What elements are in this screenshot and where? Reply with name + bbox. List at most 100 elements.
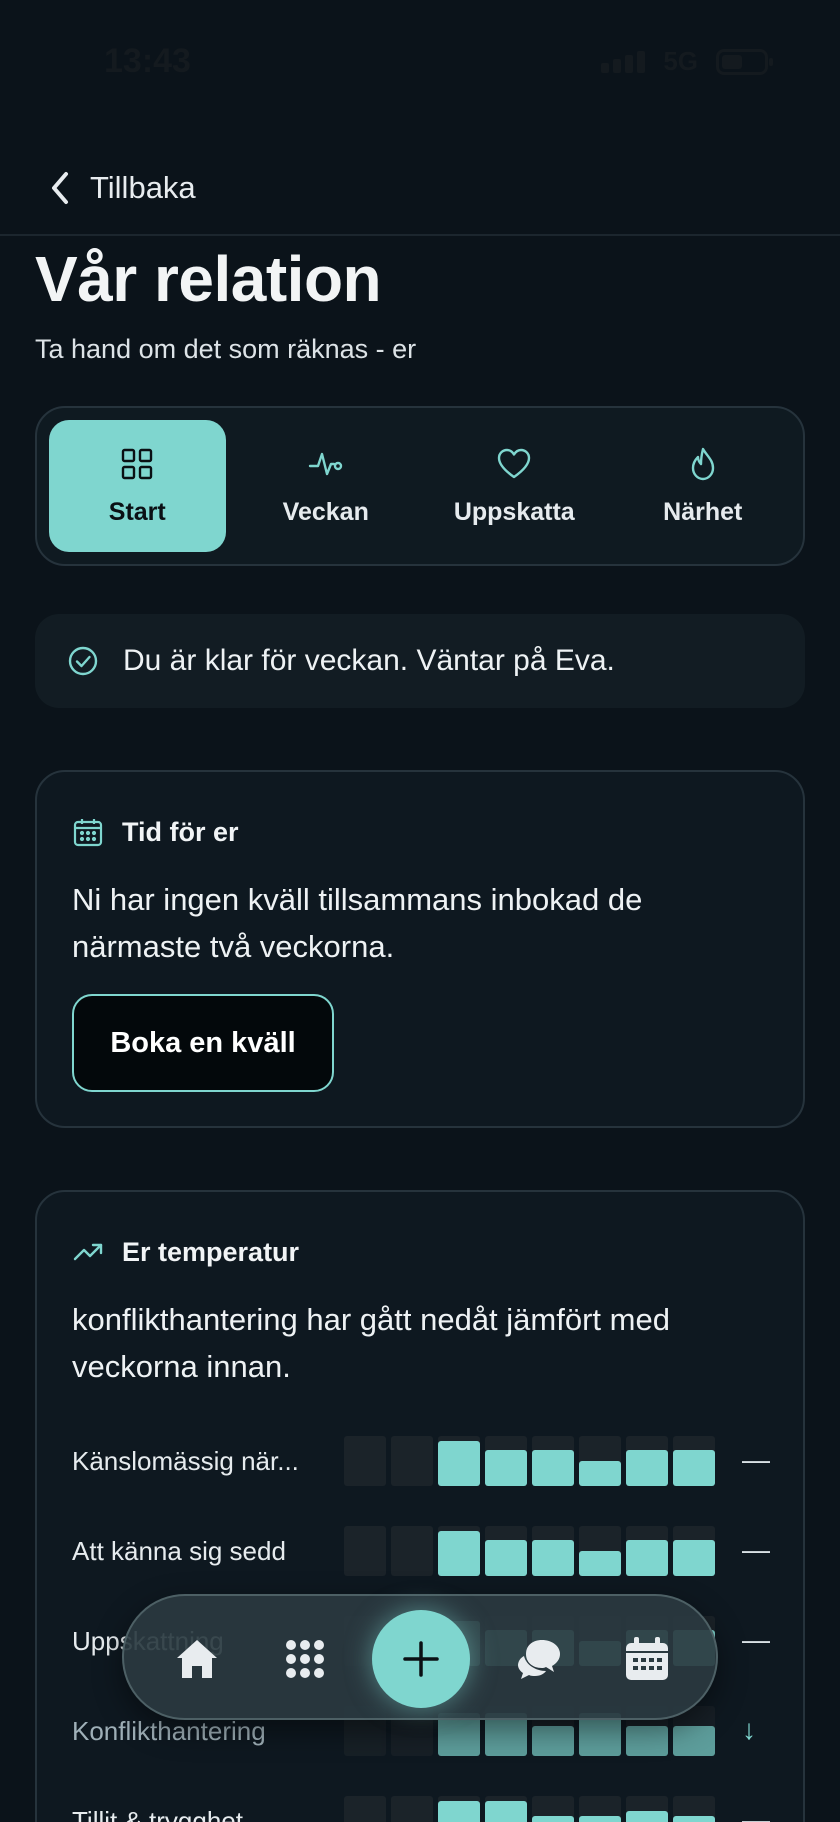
chat-bubbles-icon[interactable] <box>514 1634 564 1684</box>
metric-row: Känslomässig när... — <box>72 1436 772 1492</box>
tab-veckan[interactable]: Veckan <box>238 420 415 552</box>
level-bar <box>532 1726 574 1756</box>
book-evening-button[interactable]: Boka en kväll <box>72 994 334 1092</box>
level-bar <box>532 1816 574 1822</box>
time-card: Tid för er Ni har ingen kväll tillsamman… <box>35 770 805 1128</box>
grid-icon <box>122 448 153 479</box>
calendar-icon[interactable] <box>622 1634 672 1684</box>
level-bar-slot <box>438 1796 480 1822</box>
time-card-header: Tid för er <box>72 816 239 848</box>
chevron-left-icon <box>52 172 68 204</box>
metric-row: Tillit & trygghet — <box>72 1796 772 1822</box>
level-bar-slot <box>579 1436 621 1486</box>
level-bar <box>485 1450 527 1486</box>
level-bar-slot <box>579 1796 621 1822</box>
calendar-icon <box>73 819 103 847</box>
level-bar-slot <box>438 1436 480 1486</box>
level-bar-slot <box>532 1436 574 1486</box>
notice-text: Du är klar för veckan. Väntar på Eva. <box>123 644 615 677</box>
tab-label: Veckan <box>282 497 369 526</box>
level-bar <box>673 1450 715 1486</box>
level-bar <box>532 1450 574 1486</box>
level-bar <box>673 1726 715 1756</box>
level-bar-slot <box>485 1526 527 1576</box>
status-notice: Du är klar för veckan. Väntar på Eva. <box>35 614 805 708</box>
tab-label: Start <box>108 497 166 526</box>
add-button[interactable] <box>372 1610 470 1708</box>
pulse-icon <box>308 452 342 475</box>
trend-up-icon <box>73 1243 103 1261</box>
level-bar <box>579 1816 621 1822</box>
level-bar-slot <box>532 1526 574 1576</box>
temperature-card-title: Er temperatur <box>122 1236 300 1267</box>
level-bar-slot <box>391 1796 433 1822</box>
metric-trend: ↓ <box>742 1714 756 1745</box>
back-button[interactable]: Tillbaka <box>48 160 196 216</box>
metric-trend: — <box>742 1804 770 1822</box>
battery-icon <box>716 48 773 75</box>
level-bar-slot <box>391 1526 433 1576</box>
status-bar: 13:43 5G <box>0 0 840 120</box>
level-bar-slot <box>673 1526 715 1576</box>
flame-icon <box>691 447 714 480</box>
level-bar-slot <box>485 1796 527 1822</box>
tab-start[interactable]: Start <box>49 420 226 552</box>
status-indicators: 5G <box>601 46 773 77</box>
level-bar-slot <box>579 1526 621 1576</box>
level-bar-slot <box>626 1796 668 1822</box>
level-bar <box>673 1540 715 1576</box>
level-bar <box>438 1441 480 1486</box>
level-bar <box>626 1726 668 1756</box>
level-bar <box>485 1801 527 1822</box>
metric-bars <box>344 1436 715 1492</box>
metric-trend: — <box>742 1534 770 1565</box>
metric-row: Att känna sig sedd — <box>72 1526 772 1582</box>
status-time: 13:43 <box>104 42 191 80</box>
heart-icon <box>498 448 531 478</box>
level-bar <box>485 1540 527 1576</box>
level-bar-slot <box>391 1436 433 1486</box>
level-bar-slot <box>673 1436 715 1486</box>
level-bar <box>579 1551 621 1576</box>
back-label: Tillbaka <box>90 170 196 205</box>
tab-uppskatta[interactable]: Uppskatta <box>426 420 603 552</box>
metric-label: Att känna sig sedd <box>72 1536 286 1566</box>
check-circle-icon <box>68 646 98 676</box>
tab-label: Uppskatta <box>453 497 575 526</box>
network-label: 5G <box>663 46 698 76</box>
metric-label: Konflikthantering <box>72 1716 266 1746</box>
page-title: Vår relation <box>35 243 382 315</box>
level-bar <box>626 1540 668 1576</box>
level-bar-slot <box>626 1526 668 1576</box>
metric-bars <box>344 1526 715 1582</box>
signal-icon <box>601 50 646 73</box>
home-icon[interactable] <box>172 1634 222 1684</box>
level-bar <box>673 1816 715 1822</box>
metric-label: Känslomässig när... <box>72 1446 299 1476</box>
level-bar-slot <box>673 1796 715 1822</box>
level-bar <box>626 1450 668 1486</box>
metric-label: Tillit & trygghet <box>72 1806 243 1822</box>
top-navigation: Tillbaka <box>0 150 840 236</box>
level-bar-slot <box>344 1796 386 1822</box>
level-bar-slot <box>438 1526 480 1576</box>
temperature-card: Er temperatur konflikthantering har gått… <box>35 1190 805 1822</box>
tab-label: Närhet <box>663 497 743 526</box>
apps-grid-icon[interactable] <box>280 1634 330 1684</box>
temperature-card-body: konflikthantering har gått nedåt jämfört… <box>72 1302 670 1384</box>
plus-icon <box>403 1641 439 1677</box>
time-card-title: Tid för er <box>122 816 239 847</box>
level-bar <box>438 1531 480 1576</box>
metric-bars <box>344 1796 715 1822</box>
page-subtitle: Ta hand om det som räknas - er <box>35 334 417 364</box>
level-bar-slot <box>344 1526 386 1576</box>
tab-narhet[interactable]: Närhet <box>615 420 792 552</box>
level-bar <box>532 1540 574 1576</box>
metric-trend: — <box>742 1624 770 1655</box>
level-bar-slot <box>532 1796 574 1822</box>
bottom-navigation <box>122 1594 718 1720</box>
level-bar-slot <box>485 1436 527 1486</box>
level-bar-slot <box>344 1436 386 1486</box>
metric-trend: — <box>742 1444 770 1475</box>
section-tabs: Start Veckan Uppskatta Närhet <box>35 406 805 566</box>
